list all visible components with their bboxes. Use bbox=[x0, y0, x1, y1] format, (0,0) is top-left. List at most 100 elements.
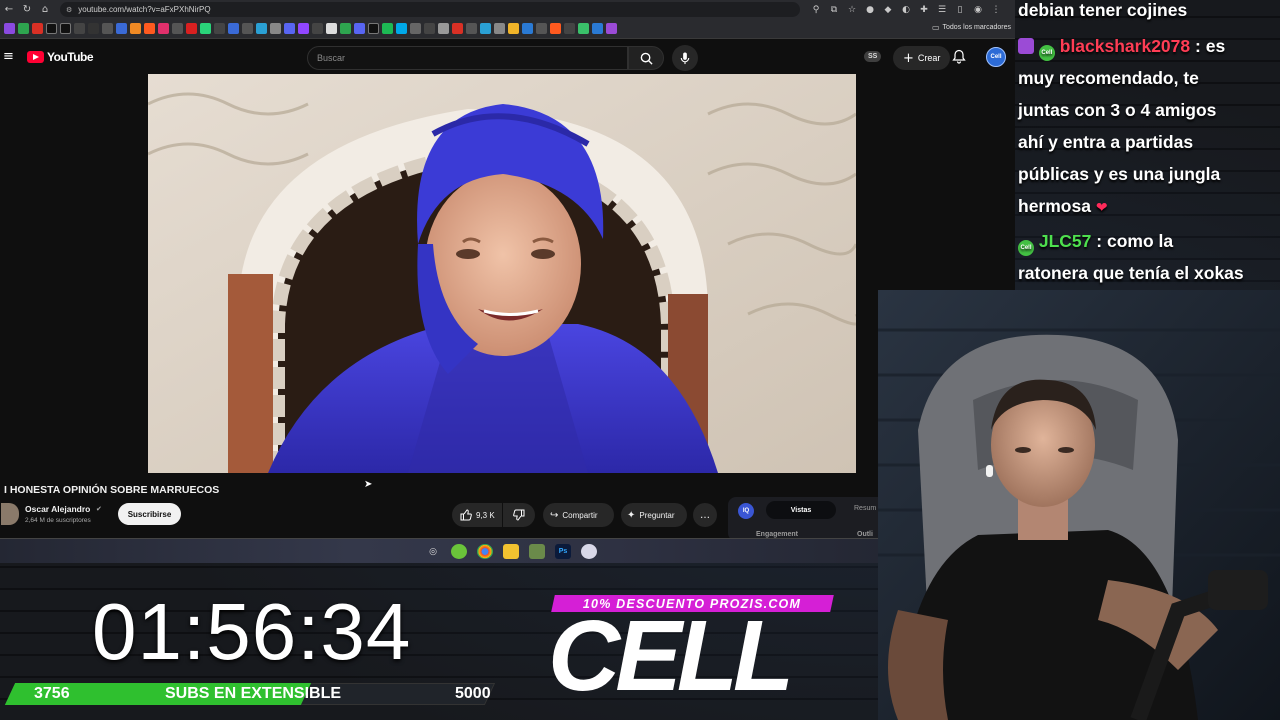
tab-search-icon[interactable]: ☰ bbox=[934, 5, 950, 15]
cell-badge-icon: Cell bbox=[1018, 240, 1034, 256]
bookmark-icon[interactable] bbox=[74, 23, 85, 34]
bookmark-icon[interactable] bbox=[480, 23, 491, 34]
app-icon[interactable] bbox=[581, 544, 597, 559]
bookmark-icon[interactable] bbox=[242, 23, 253, 34]
bookmark-icon[interactable] bbox=[186, 23, 197, 34]
bookmark-icon[interactable] bbox=[214, 23, 225, 34]
bookmark-icon[interactable] bbox=[494, 23, 505, 34]
chat-line: Cell JLC57 : como la bbox=[1018, 225, 1173, 257]
bookmark-icon[interactable] bbox=[396, 23, 407, 34]
bookmark-icon[interactable] bbox=[536, 23, 547, 34]
bookmark-icon[interactable] bbox=[172, 23, 183, 34]
bookmark-icon[interactable] bbox=[550, 23, 561, 34]
vidiq-icon[interactable]: IQ bbox=[738, 503, 754, 519]
bookmark-icon[interactable] bbox=[270, 23, 281, 34]
bookmark-icon[interactable] bbox=[256, 23, 267, 34]
bookmark-icon[interactable] bbox=[564, 23, 575, 34]
analytics-extension-panel: IQ Vistas Resum Engagement Outli bbox=[728, 497, 878, 541]
chat-text: : es bbox=[1195, 36, 1226, 56]
back-icon[interactable]: ← bbox=[0, 1, 18, 19]
bookmark-icon[interactable] bbox=[102, 23, 113, 34]
zoom-icon[interactable]: ⚲ bbox=[808, 5, 824, 15]
cell-badge-icon: Cell bbox=[1038, 45, 1055, 61]
reload-icon[interactable]: ↻ bbox=[18, 1, 36, 19]
bookmark-icon[interactable] bbox=[522, 23, 533, 34]
extensions-puzzle-icon[interactable]: ✚ bbox=[916, 5, 932, 15]
tiktok-icon[interactable] bbox=[60, 23, 71, 34]
app-icon[interactable] bbox=[529, 544, 545, 559]
chat-text: ahí y entra a partidas bbox=[1018, 132, 1194, 152]
bookmarks-bar: ▭ Todos los marcadores bbox=[0, 19, 1015, 39]
subscribe-button[interactable]: Suscribirse bbox=[118, 503, 181, 525]
ask-button[interactable]: ✦ Preguntar bbox=[621, 503, 687, 527]
share-button[interactable]: ↪ Compartir bbox=[543, 503, 614, 527]
ss-badge[interactable]: SS bbox=[864, 51, 882, 62]
bookmark-icon[interactable] bbox=[312, 23, 323, 34]
home-icon[interactable]: ⌂ bbox=[36, 1, 54, 19]
notifications-bell-icon[interactable] bbox=[952, 49, 966, 69]
search-button[interactable] bbox=[628, 46, 664, 70]
bookmark-icon[interactable] bbox=[606, 23, 617, 34]
bookmark-icon[interactable] bbox=[410, 23, 421, 34]
bookmark-icon[interactable] bbox=[368, 23, 379, 34]
bookmark-icon[interactable] bbox=[130, 23, 141, 34]
bookmark-icon[interactable] bbox=[438, 23, 449, 34]
browser-menu-icon[interactable]: ⋮ bbox=[988, 5, 1004, 15]
bookmark-icon[interactable] bbox=[18, 23, 29, 34]
bookmark-star-icon[interactable]: ☆ bbox=[844, 5, 860, 15]
obs-icon[interactable]: ◎ bbox=[425, 544, 441, 559]
more-actions-button[interactable]: … bbox=[693, 503, 717, 527]
bookmark-icon[interactable] bbox=[144, 23, 155, 34]
x-icon[interactable] bbox=[46, 23, 57, 34]
channel-avatar[interactable] bbox=[1, 503, 19, 525]
file-explorer-icon[interactable] bbox=[503, 544, 519, 559]
channel-name[interactable]: Oscar Alejandro bbox=[25, 504, 90, 514]
create-button[interactable]: + Crear bbox=[893, 46, 951, 70]
bookmark-icon[interactable] bbox=[424, 23, 435, 34]
bookmark-icon[interactable] bbox=[382, 23, 393, 34]
site-info-icon[interactable]: ⚙ bbox=[66, 6, 72, 14]
chat-username: JLC57 bbox=[1038, 231, 1092, 251]
bookmark-icon[interactable] bbox=[466, 23, 477, 34]
chrome-icon[interactable] bbox=[477, 544, 493, 559]
bookmark-icon[interactable] bbox=[88, 23, 99, 34]
bookmark-icon[interactable] bbox=[116, 23, 127, 34]
sidebar-icon[interactable]: ▯ bbox=[952, 5, 968, 15]
tab-summary[interactable]: Resum bbox=[854, 505, 876, 512]
bookmark-icon[interactable] bbox=[200, 23, 211, 34]
url-bar[interactable]: ⚙ youtube.com/watch?v=aFxPXhNirPQ bbox=[60, 2, 800, 17]
bookmark-icon[interactable] bbox=[508, 23, 519, 34]
youtube-header: ≡ YouTube SS + Crear Cell bbox=[0, 40, 1015, 74]
extension-icon[interactable]: ◐ bbox=[898, 5, 914, 15]
bookmark-icon[interactable] bbox=[228, 23, 239, 34]
instagram-icon[interactable] bbox=[158, 23, 169, 34]
gmail-icon[interactable] bbox=[32, 23, 43, 34]
bookmark-icon[interactable] bbox=[326, 23, 337, 34]
tab-views[interactable]: Vistas bbox=[766, 501, 836, 519]
all-bookmarks-folder[interactable]: ▭ Todos los marcadores bbox=[932, 23, 1011, 32]
youtube-logo[interactable]: YouTube bbox=[27, 50, 94, 64]
share-page-icon[interactable]: ⧉ bbox=[826, 5, 842, 15]
app-icon[interactable] bbox=[451, 544, 467, 559]
video-player[interactable] bbox=[148, 74, 856, 473]
bookmark-icon[interactable] bbox=[452, 23, 463, 34]
bookmark-icon[interactable] bbox=[578, 23, 589, 34]
photoshop-icon[interactable]: Ps bbox=[555, 544, 571, 559]
bookmark-icon[interactable] bbox=[4, 23, 15, 34]
bookmark-icon[interactable] bbox=[340, 23, 351, 34]
twitch-icon[interactable] bbox=[298, 23, 309, 34]
chat-text: ratonera que tenía el xokas bbox=[1018, 263, 1244, 283]
user-avatar[interactable]: Cell bbox=[986, 47, 1006, 67]
voice-search-button[interactable] bbox=[672, 45, 698, 71]
search-input[interactable] bbox=[307, 46, 628, 70]
dislike-button[interactable] bbox=[503, 503, 535, 527]
bookmark-icon[interactable] bbox=[284, 23, 295, 34]
chat-text: juntas con 3 o 4 amigos bbox=[1018, 100, 1217, 120]
bookmark-icon[interactable] bbox=[592, 23, 603, 34]
extension-icon[interactable]: ● bbox=[862, 5, 878, 15]
extension-icon[interactable]: ◆ bbox=[880, 5, 896, 15]
like-button[interactable]: 9,3 K bbox=[452, 503, 502, 527]
bookmark-icon[interactable] bbox=[354, 23, 365, 34]
profile-icon[interactable]: ◉ bbox=[970, 5, 986, 15]
hamburger-menu-icon[interactable]: ≡ bbox=[3, 49, 14, 64]
